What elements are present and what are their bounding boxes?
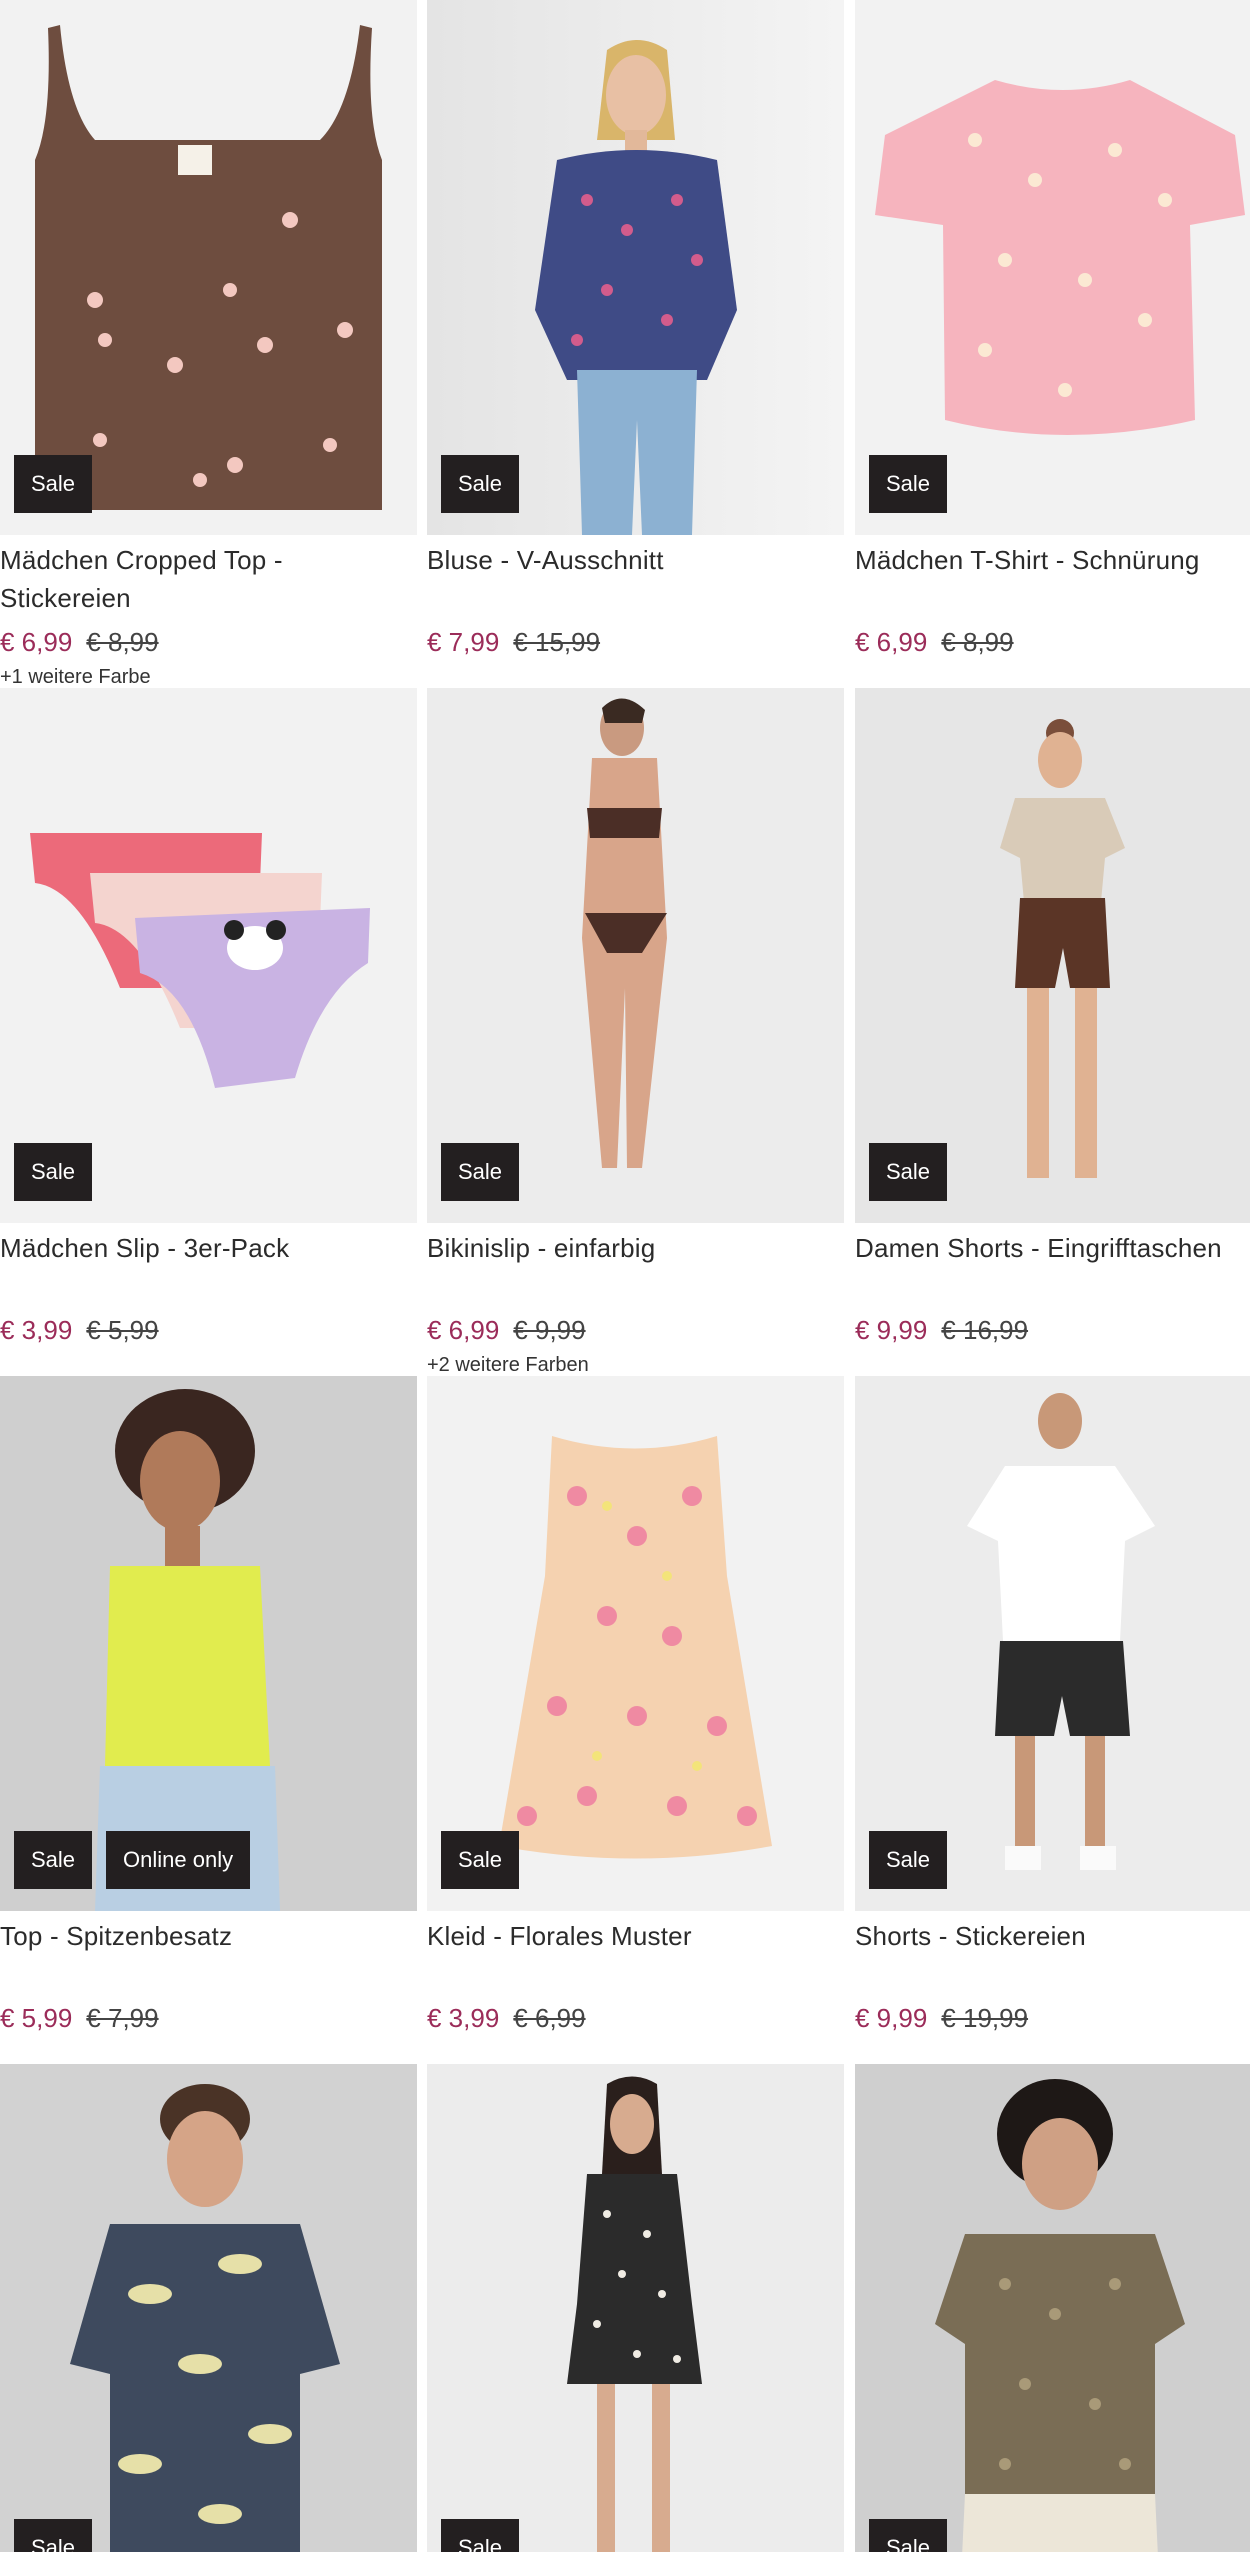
sale-price: € 6,99 (427, 1315, 500, 1345)
price-row: € 9,99 € 19,99 (855, 2001, 1250, 2035)
price-row: € 3,99 € 5,99 (0, 1313, 417, 1347)
sale-price: € 5,99 (0, 2003, 73, 2033)
product-image[interactable]: Sale Online only (0, 1376, 417, 1911)
sale-price: € 3,99 (0, 1315, 73, 1345)
price-row: € 7,99 € 15,99 (427, 625, 844, 659)
sale-badge: Sale (14, 2519, 93, 2552)
sale-badge: Sale (14, 1831, 93, 1889)
sale-badge: Sale (441, 2519, 520, 2552)
sale-badge: Sale (869, 1831, 948, 1889)
product-card[interactable]: Sale Kleid - Florales Muster € 3,99 € 6,… (427, 1376, 844, 2035)
price-row: € 6,99 € 8,99 (0, 625, 417, 659)
badge-group: Sale (869, 1831, 948, 1889)
badge-group: Sale (14, 1143, 93, 1201)
leaf-print-shirt-model-image (0, 2064, 417, 2552)
sale-badge: Sale (869, 2519, 948, 2552)
product-title[interactable]: Mädchen Cropped Top - Stickereien (0, 541, 417, 617)
badge-group: Sale Online only (14, 1831, 251, 1889)
price-row: € 9,99 € 16,99 (855, 1313, 1250, 1347)
more-colors-link[interactable]: +2 weitere Farben (427, 1351, 844, 1379)
product-image[interactable]: Sale (0, 688, 417, 1223)
price-row: € 6,99 € 8,99 (855, 625, 1250, 659)
online-only-badge: Online only (106, 1831, 251, 1889)
badge-group: Sale (441, 2519, 520, 2552)
product-title[interactable]: Bikinislip - einfarbig (427, 1229, 844, 1305)
product-title[interactable]: Mädchen T-Shirt - Schnürung (855, 541, 1250, 617)
more-colors-link[interactable]: +1 weitere Farbe (0, 663, 417, 691)
sale-badge: Sale (14, 455, 93, 513)
product-image[interactable]: Sale (427, 1376, 844, 1911)
product-card[interactable]: Sale Mädchen Slip - 3er-Pack € 3,99 € 5,… (0, 688, 417, 1347)
original-price: € 19,99 (941, 2003, 1029, 2033)
product-card[interactable]: Sale Damen Shorts - Eingrifftaschen € 9,… (855, 688, 1250, 1347)
original-price: € 9,99 (513, 1315, 586, 1345)
badge-group: Sale (869, 1143, 948, 1201)
sale-badge: Sale (441, 1143, 520, 1201)
product-card[interactable]: Sale (427, 2064, 844, 2552)
badge-group: Sale (14, 2519, 93, 2552)
product-title[interactable]: Top - Spitzenbesatz (0, 1917, 417, 1993)
product-card[interactable]: Sale Mädchen T-Shirt - Schnürung € 6,99 … (855, 0, 1250, 659)
sale-price: € 6,99 (0, 627, 73, 657)
badge-group: Sale (869, 455, 948, 513)
original-price: € 16,99 (941, 1315, 1029, 1345)
sale-badge: Sale (14, 1143, 93, 1201)
original-price: € 5,99 (86, 1315, 159, 1345)
sale-badge: Sale (869, 1143, 948, 1201)
product-card[interactable]: Sale (855, 2064, 1250, 2552)
product-grid: Sale Mädchen Cropped Top - Stickereien €… (0, 0, 1250, 2552)
black-floral-dress-model-image (427, 2064, 844, 2552)
badge-group: Sale (869, 2519, 948, 2552)
original-price: € 6,99 (513, 2003, 586, 2033)
product-image[interactable]: Sale (0, 2064, 417, 2552)
sale-price: € 9,99 (855, 1315, 928, 1345)
original-price: € 15,99 (513, 627, 601, 657)
product-image[interactable]: Sale (855, 688, 1250, 1223)
product-card[interactable]: Sale Shorts - Stickereien € 9,99 € 19,99 (855, 1376, 1250, 2035)
product-title[interactable]: Bluse - V-Ausschnitt (427, 541, 844, 617)
sale-price: € 6,99 (855, 627, 928, 657)
product-image[interactable]: Sale (427, 0, 844, 535)
badge-group: Sale (441, 455, 520, 513)
product-image[interactable]: Sale (855, 2064, 1250, 2552)
badge-group: Sale (441, 1831, 520, 1889)
product-image[interactable]: Sale (855, 1376, 1250, 1911)
product-title[interactable]: Shorts - Stickereien (855, 1917, 1250, 1993)
sale-price: € 9,99 (855, 2003, 928, 2033)
product-card[interactable]: Sale Mädchen Cropped Top - Stickereien €… (0, 0, 417, 691)
sale-badge: Sale (441, 1831, 520, 1889)
price-row: € 6,99 € 9,99 (427, 1313, 844, 1347)
badge-group: Sale (14, 455, 93, 513)
original-price: € 8,99 (941, 627, 1014, 657)
product-card[interactable]: Sale (0, 2064, 417, 2552)
product-title[interactable]: Mädchen Slip - 3er-Pack (0, 1229, 417, 1305)
product-image[interactable]: Sale (0, 0, 417, 535)
product-card[interactable]: Sale Bluse - V-Ausschnitt € 7,99 € 15,99 (427, 0, 844, 659)
price-row: € 3,99 € 6,99 (427, 2001, 844, 2035)
sale-price: € 3,99 (427, 2003, 500, 2033)
badge-group: Sale (441, 1143, 520, 1201)
sale-badge: Sale (441, 455, 520, 513)
original-price: € 8,99 (86, 627, 159, 657)
product-title[interactable]: Kleid - Florales Muster (427, 1917, 844, 1993)
khaki-print-top-model-image (855, 2064, 1250, 2552)
product-card[interactable]: Sale Bikinislip - einfarbig € 6,99 € 9,9… (427, 688, 844, 1379)
product-image[interactable]: Sale (855, 0, 1250, 535)
product-card[interactable]: Sale Online only Top - Spitzenbesatz € 5… (0, 1376, 417, 2035)
sale-price: € 7,99 (427, 627, 500, 657)
sale-badge: Sale (869, 455, 948, 513)
original-price: € 7,99 (86, 2003, 159, 2033)
product-title[interactable]: Damen Shorts - Eingrifftaschen (855, 1229, 1250, 1305)
product-image[interactable]: Sale (427, 2064, 844, 2552)
price-row: € 5,99 € 7,99 (0, 2001, 417, 2035)
product-image[interactable]: Sale (427, 688, 844, 1223)
